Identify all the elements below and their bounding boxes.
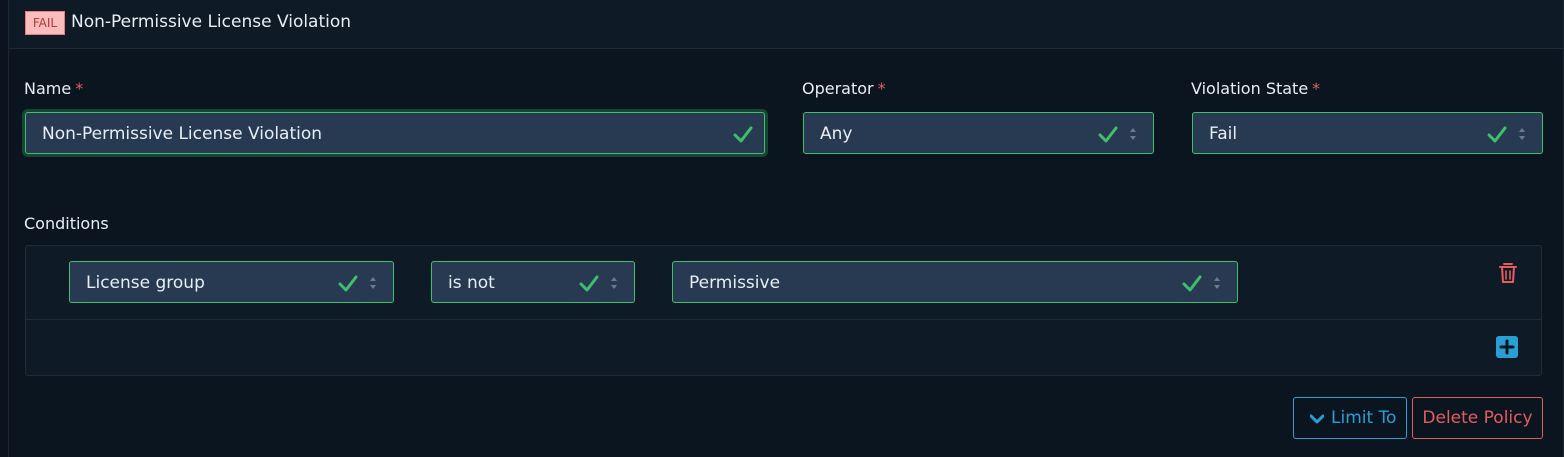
sort-arrows-icon xyxy=(1519,128,1525,140)
name-label: Name * xyxy=(24,79,83,99)
delete-policy-button[interactable]: Delete Policy xyxy=(1412,397,1543,439)
limit-to-label: Limit To xyxy=(1331,408,1397,428)
sort-arrows-icon xyxy=(1130,128,1136,140)
sort-arrows-icon xyxy=(1214,277,1220,289)
violation-state-label-text: Violation State xyxy=(1191,79,1309,98)
condition-subject-value: License group xyxy=(86,273,205,293)
conditions-list: License group is not Permissive xyxy=(25,245,1542,376)
violation-state-badge: FAIL xyxy=(25,11,65,35)
condition-value-value: Permissive xyxy=(689,273,781,293)
violation-state-label: Violation State * xyxy=(1191,79,1320,99)
policy-panel: FAIL Non-Permissive License Violation Na… xyxy=(8,0,1564,457)
name-input-value: Non-Permissive License Violation xyxy=(42,124,323,144)
operator-label: Operator * xyxy=(802,79,886,99)
required-mark: * xyxy=(1312,79,1321,98)
conditions-divider xyxy=(26,319,1541,320)
sort-arrows-icon xyxy=(370,277,376,289)
check-icon xyxy=(1182,275,1202,292)
violation-state-select-value: Fail xyxy=(1209,124,1238,144)
condition-operator-select[interactable]: is not xyxy=(431,261,635,303)
plus-square-icon[interactable] xyxy=(1496,336,1518,358)
policy-header[interactable]: FAIL Non-Permissive License Violation xyxy=(9,0,1563,49)
chevron-down-icon xyxy=(1310,414,1324,424)
violation-state-select[interactable]: Fail xyxy=(1192,112,1543,154)
check-icon xyxy=(1487,126,1507,143)
condition-value-select[interactable]: Permissive xyxy=(672,261,1238,303)
limit-to-button[interactable]: Limit To xyxy=(1293,397,1407,439)
condition-subject-select[interactable]: License group xyxy=(69,261,394,303)
conditions-label: Conditions xyxy=(24,214,109,233)
check-icon xyxy=(733,126,753,143)
trash-icon[interactable] xyxy=(1498,262,1518,284)
check-icon xyxy=(338,275,358,292)
operator-select-value: Any xyxy=(820,124,853,144)
check-icon xyxy=(579,275,599,292)
required-mark: * xyxy=(877,79,886,98)
operator-select[interactable]: Any xyxy=(803,112,1154,154)
operator-label-text: Operator xyxy=(802,79,874,98)
condition-operator-value: is not xyxy=(448,273,495,293)
check-icon xyxy=(1098,126,1118,143)
name-label-text: Name xyxy=(24,79,72,98)
required-mark: * xyxy=(75,79,84,98)
policy-title: Non-Permissive License Violation xyxy=(71,12,352,32)
name-input[interactable]: Non-Permissive License Violation xyxy=(25,112,765,154)
sort-arrows-icon xyxy=(611,277,617,289)
